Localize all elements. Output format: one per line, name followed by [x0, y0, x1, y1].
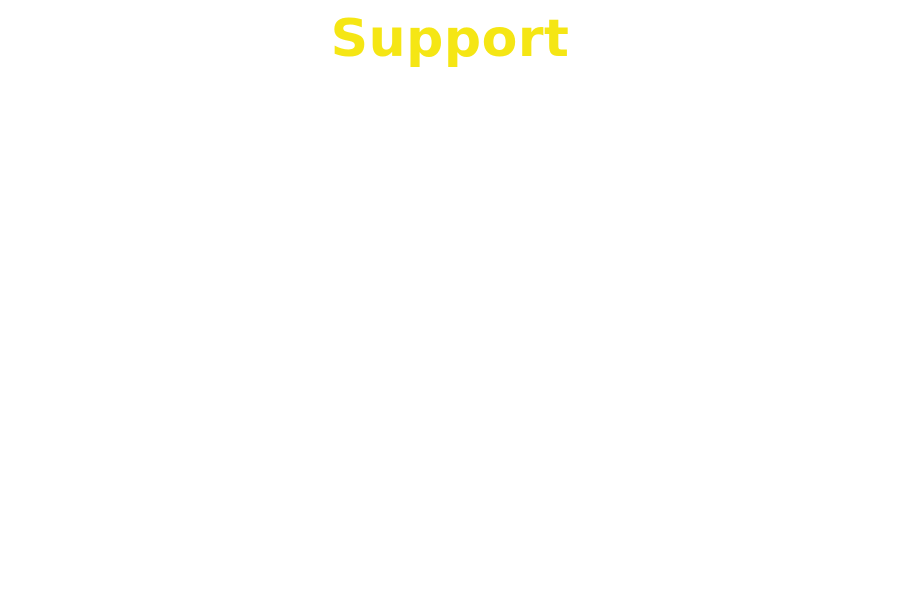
support-page: Support — [0, 0, 900, 612]
page-title: Support — [330, 9, 570, 69]
